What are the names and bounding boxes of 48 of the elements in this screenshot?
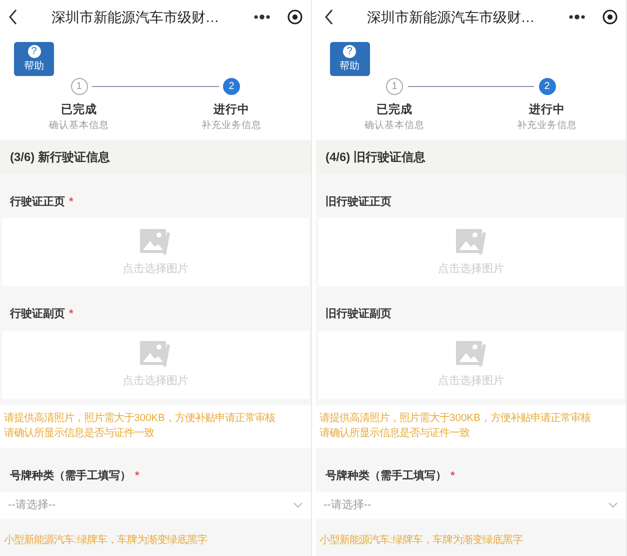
image-icon: [138, 339, 172, 370]
step-number: 2: [223, 78, 240, 96]
step-label: 进行中: [529, 102, 565, 118]
close-icon[interactable]: [286, 9, 302, 26]
select-field[interactable]: --请选择--: [0, 492, 310, 519]
hint-text: 小型新能源汽车:绿牌车，车牌为渐变绿底黑字: [4, 533, 208, 548]
image-icon: [138, 226, 172, 257]
window-title: 深圳市新能源汽车市级财…: [50, 8, 220, 27]
back-icon[interactable]: [324, 9, 334, 26]
step-label: 已完成: [61, 102, 97, 118]
section-title: (4/6) 旧行驶证信息: [316, 140, 626, 174]
field-label: 旧行驶证正页: [326, 196, 392, 208]
image-icon: [454, 339, 488, 370]
more-icon[interactable]: [568, 14, 586, 20]
hint-text: 请确认所显示信息是否与证件一致: [320, 426, 470, 442]
field-label: 旧行驶证副页: [326, 308, 392, 320]
step-label: 已完成: [376, 102, 412, 118]
help-button[interactable]: ? 帮助: [330, 42, 370, 76]
required-mark: *: [69, 196, 74, 208]
required-mark: *: [69, 308, 74, 320]
field-label: 行驶证副页: [10, 308, 65, 320]
step-description: 补充业务信息: [517, 119, 577, 134]
field-label: 行驶证正页: [10, 196, 65, 208]
step-label: 进行中: [214, 102, 250, 118]
section-title: (3/6) 新行驶证信息: [0, 140, 310, 174]
hint-text: 请确认所显示信息是否与证件一致: [4, 426, 155, 442]
window-title: 深圳市新能源汽车市级财…: [366, 8, 536, 27]
hint-text: 小型新能源汽车:绿牌车，车牌为渐变绿底黑字: [320, 533, 524, 548]
help-button[interactable]: ? 帮助: [14, 42, 54, 76]
step-description: 确认基本信息: [49, 119, 109, 134]
step-number: 1: [386, 78, 403, 96]
chevron-down-icon: [608, 502, 618, 508]
close-icon[interactable]: [602, 9, 618, 26]
select-field[interactable]: --请选择--: [316, 492, 626, 519]
field-label: 号牌种类（需手工填写）: [10, 470, 131, 482]
step-description: 确认基本信息: [364, 119, 424, 134]
image-icon: [454, 226, 488, 257]
field-label: 号牌种类（需手工填写）: [326, 470, 446, 482]
step-number: 1: [70, 78, 88, 96]
chevron-down-icon: [292, 502, 302, 508]
hint-text: 请提供高清照片，照片需大于300KB，方便补贴申请正常审核: [320, 411, 592, 426]
more-icon[interactable]: [252, 14, 270, 20]
required-mark: *: [135, 470, 140, 482]
step-number: 2: [538, 78, 556, 96]
step-description: 补充业务信息: [202, 119, 262, 134]
back-icon[interactable]: [8, 9, 18, 26]
hint-text: 请提供高清照片，照片需大于300KB，方便补贴申请正常审核: [4, 411, 276, 426]
required-mark: *: [450, 470, 455, 482]
